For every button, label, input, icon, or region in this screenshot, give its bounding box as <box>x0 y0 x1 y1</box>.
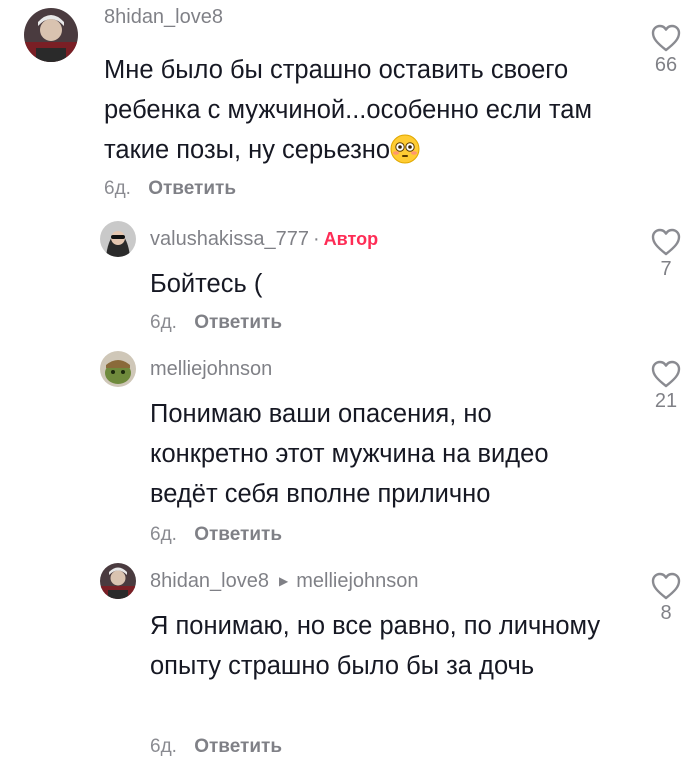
comment-text: Бойтесь ( <box>150 270 263 298</box>
like-button[interactable]: 7 <box>636 228 696 281</box>
comment-text: Понимаю ваши опасения, но конкретно этот… <box>150 400 549 508</box>
heart-icon <box>651 228 681 256</box>
heart-icon <box>651 24 681 52</box>
comment-age: 6д. <box>104 178 131 199</box>
username[interactable]: 8hidan_love8 <box>104 6 223 29</box>
like-count: 8 <box>660 602 672 624</box>
username[interactable]: valushakissa_777 <box>150 228 309 250</box>
comment-meta: 6д. Ответить <box>150 736 282 758</box>
reply-button[interactable]: Ответить <box>194 312 282 333</box>
comment-age: 6д. <box>150 524 177 545</box>
reply-arrow-icon: ▶ <box>279 574 289 588</box>
comment-text: Я понимаю, но все равно, по личному опыт… <box>150 612 601 680</box>
comment-age: 6д. <box>150 736 177 757</box>
comment-text: Мне было бы страшно оставить своего ребе… <box>104 50 624 170</box>
heart-icon <box>651 572 681 600</box>
avatar[interactable] <box>100 351 136 387</box>
comment-age: 6д. <box>150 312 177 333</box>
avatar[interactable] <box>24 8 78 62</box>
separator-dot: · <box>313 228 320 250</box>
heart-icon <box>651 360 681 388</box>
username-row: 8hidan_love8 ▶ melliejohnson <box>150 570 419 593</box>
username[interactable]: 8hidan_love8 <box>150 570 269 592</box>
author-badge: Автор <box>323 229 379 249</box>
avatar[interactable] <box>100 221 136 257</box>
reply-button[interactable]: Ответить <box>194 524 282 545</box>
comment-text-content: Мне было бы страшно оставить своего ребе… <box>104 56 592 164</box>
comment-meta: 6д. Ответить <box>150 524 282 546</box>
like-button[interactable]: 66 <box>636 24 696 77</box>
username-row: valushakissa_777 · Автор <box>150 228 378 251</box>
like-button[interactable]: 21 <box>636 360 696 413</box>
comment-meta: 6д. Ответить <box>104 178 236 200</box>
like-count: 21 <box>654 390 678 412</box>
like-button[interactable]: 8 <box>636 572 696 625</box>
reply-button[interactable]: Ответить <box>194 736 282 757</box>
like-count: 7 <box>660 258 672 280</box>
username[interactable]: melliejohnson <box>150 358 272 381</box>
flushed-face-icon <box>390 134 420 164</box>
comment-meta: 6д. Ответить <box>150 312 282 334</box>
avatar[interactable] <box>100 563 136 599</box>
reply-button[interactable]: Ответить <box>148 178 236 199</box>
reply-to-username[interactable]: melliejohnson <box>296 570 418 592</box>
like-count: 66 <box>654 54 678 76</box>
